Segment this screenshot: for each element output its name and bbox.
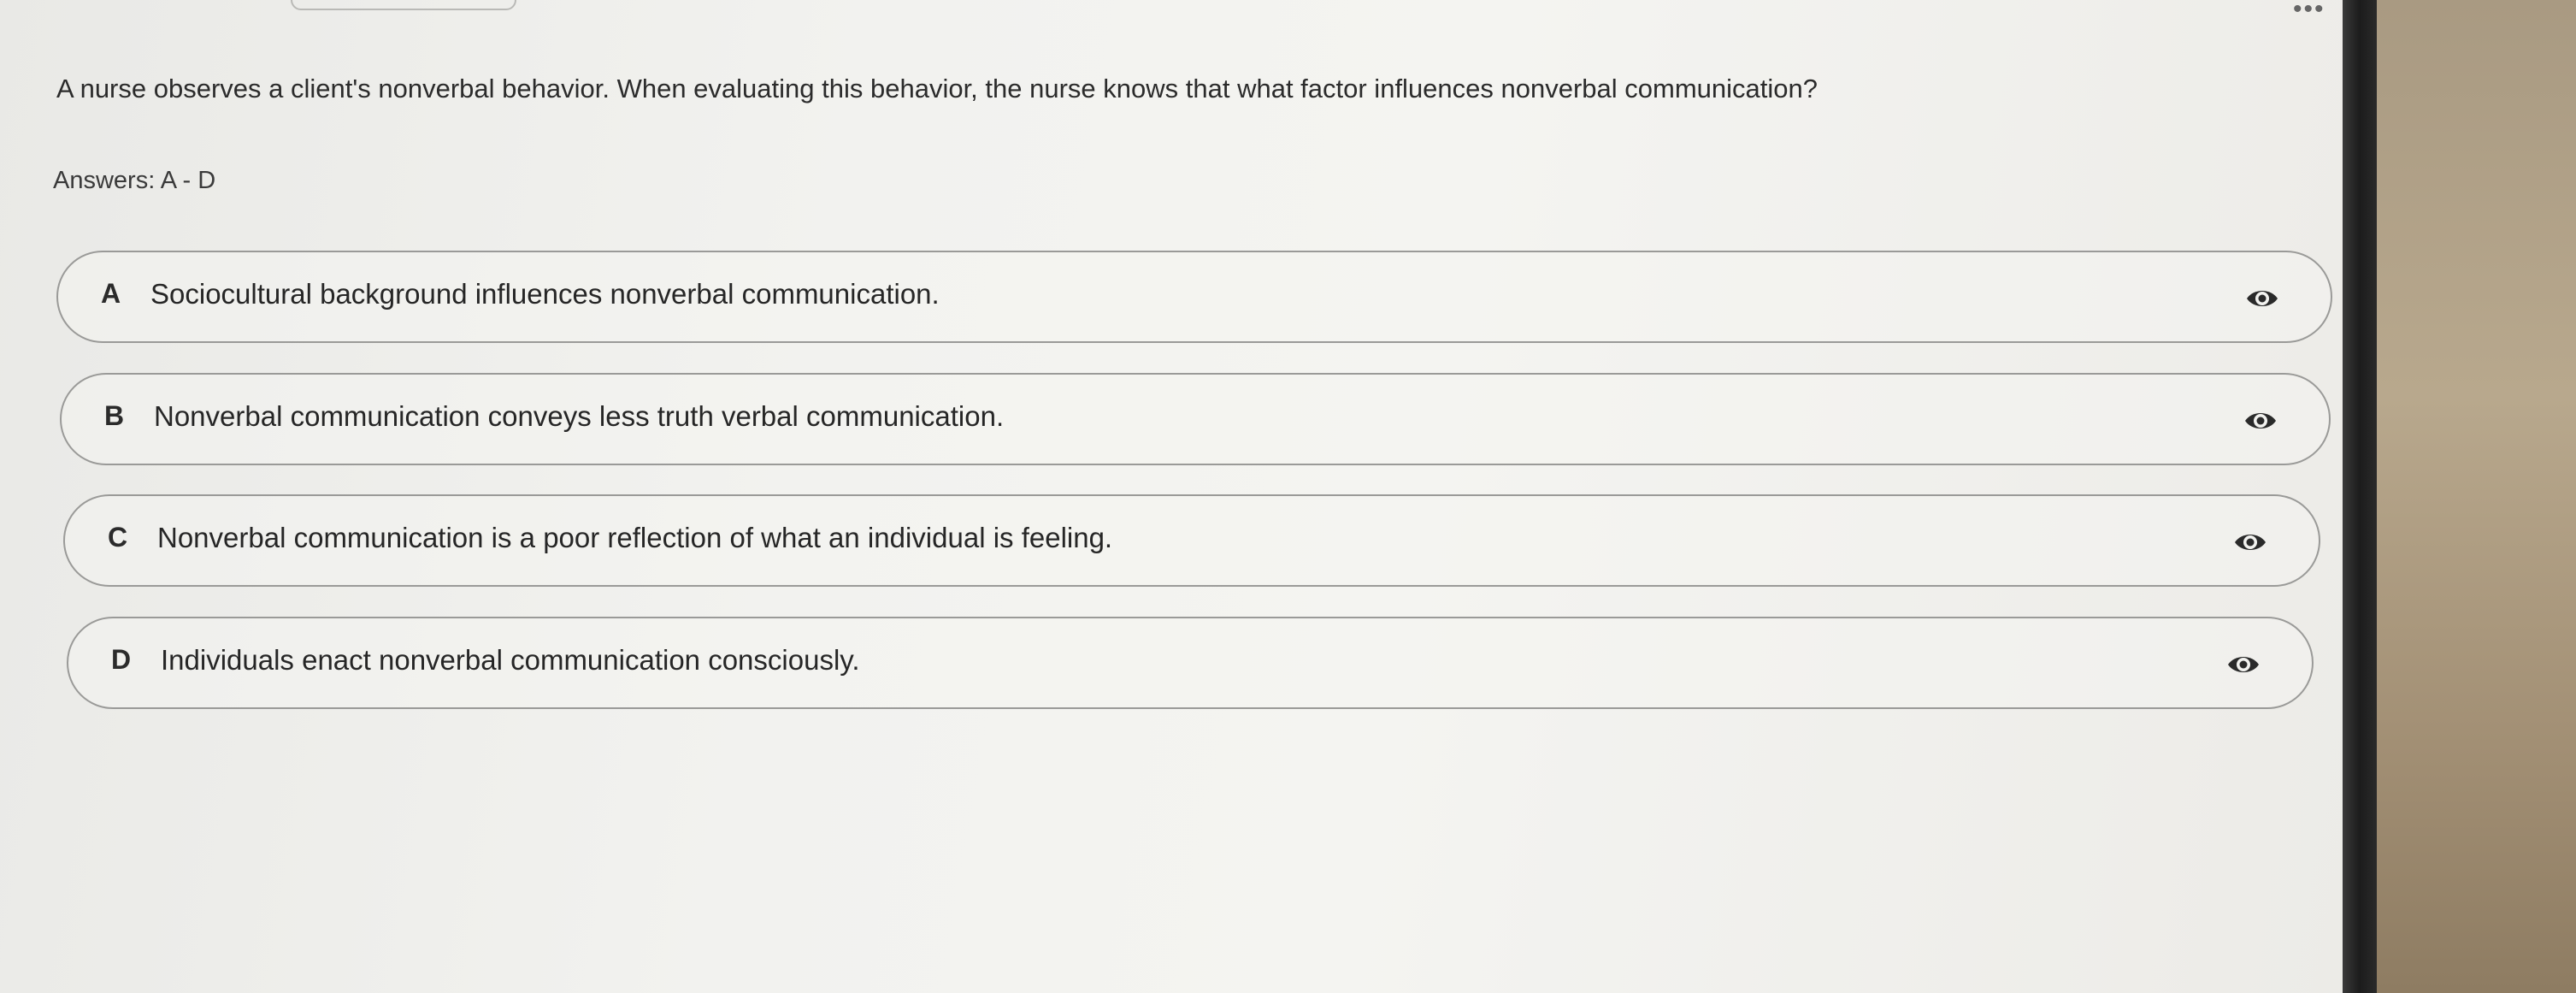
option-d[interactable]: D Individuals enact nonverbal communicat… xyxy=(67,617,2314,709)
eye-icon[interactable] xyxy=(2233,525,2267,559)
option-letter: A xyxy=(101,278,121,309)
option-letter: B xyxy=(104,400,125,431)
option-b[interactable]: B Nonverbal communication conveys less t… xyxy=(60,373,2331,465)
option-letter: D xyxy=(111,644,132,675)
question-text: A nurse observes a client's nonverbal be… xyxy=(56,74,1819,103)
eye-icon[interactable] xyxy=(2243,404,2278,438)
eye-icon[interactable] xyxy=(2226,647,2261,682)
option-letter: C xyxy=(108,522,128,553)
more-options-icon[interactable]: ••• xyxy=(2293,0,2325,24)
top-tab[interactable] xyxy=(291,0,516,10)
answers-label: Answers: A - D xyxy=(53,167,216,194)
background-wall xyxy=(2377,0,2576,993)
option-text: Individuals enact nonverbal communicatio… xyxy=(161,644,860,676)
option-c[interactable]: C Nonverbal communication is a poor refl… xyxy=(63,494,2320,587)
monitor-bezel xyxy=(2343,0,2377,993)
option-text: Nonverbal communication is a poor reflec… xyxy=(157,522,1113,553)
option-text: Sociocultural background influences nonv… xyxy=(150,278,940,310)
option-a[interactable]: A Sociocultural background influences no… xyxy=(56,251,2332,343)
screen: ••• A nurse observes a client's nonverba… xyxy=(0,0,2343,993)
option-text: Nonverbal communication conveys less tru… xyxy=(154,400,1005,432)
eye-icon[interactable] xyxy=(2245,281,2279,316)
